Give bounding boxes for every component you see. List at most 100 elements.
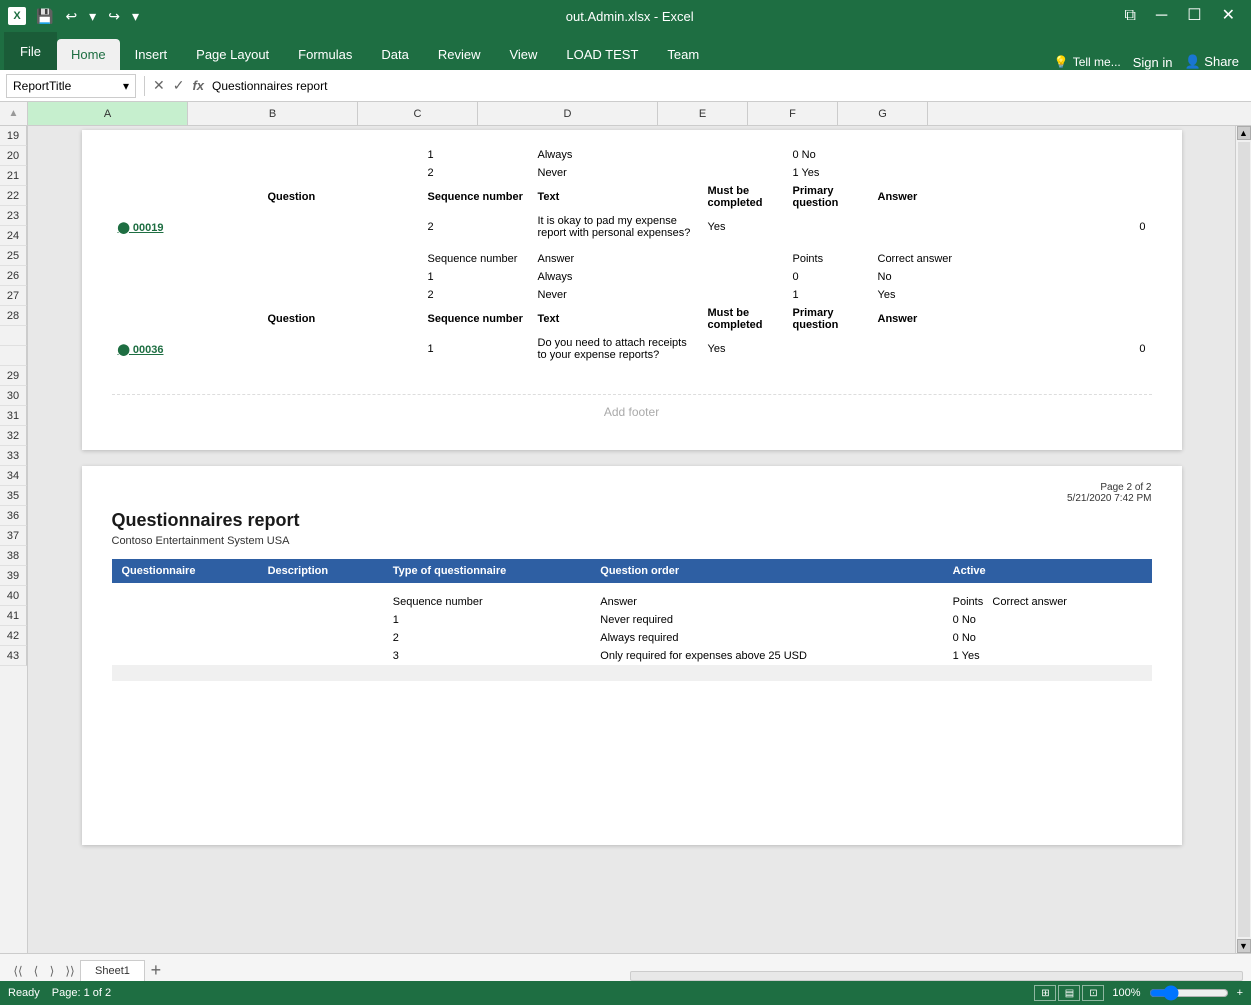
scroll-thumb[interactable] <box>1238 142 1250 937</box>
cell-25-g: No <box>872 268 1152 286</box>
cell-26-f: 1 <box>787 286 872 304</box>
row-num-21: 21 <box>0 166 27 186</box>
tab-home[interactable]: Home <box>57 39 120 70</box>
sheet-tabs-bar: ⟨⟨ ⟨ ⟩ ⟩⟩ Sheet1 + <box>0 953 1251 981</box>
cell-25-d: Always <box>532 268 702 286</box>
table-row <box>112 665 1152 681</box>
row-num-empty-2 <box>0 346 27 366</box>
cell-26-c: 2 <box>422 286 532 304</box>
ribbon-right: 💡 Tell me... Sign in 👤 Share <box>1046 54 1247 70</box>
view-buttons: ⊞ ▤ ⊡ <box>1034 985 1104 1001</box>
scroll-up-btn[interactable]: ▲ <box>1237 126 1251 140</box>
status-ready: Ready <box>8 987 40 999</box>
maximize-button[interactable]: ☐ <box>1179 0 1209 32</box>
restore-button[interactable]: ⧉ <box>1116 0 1143 32</box>
row-num-28: 28 <box>0 306 27 326</box>
zoom-level: 100% <box>1112 987 1140 999</box>
sheet-nav-first[interactable]: ⟨⟨ <box>8 961 28 981</box>
zoom-in-icon[interactable]: + <box>1237 987 1243 999</box>
cell-24-d: Answer <box>532 250 702 268</box>
col-header-a[interactable]: A <box>28 102 188 125</box>
enter-formula-icon[interactable]: ✓ <box>173 77 185 94</box>
undo-dropdown-icon[interactable]: ▾ <box>85 6 100 27</box>
tab-data[interactable]: Data <box>367 39 422 70</box>
redo-icon[interactable]: ↪ <box>104 6 124 27</box>
row-num-42: 42 <box>0 626 27 646</box>
cell-31-d: Never required <box>590 611 942 629</box>
name-box-dropdown[interactable]: ▾ <box>123 79 129 93</box>
tab-load-test[interactable]: LOAD TEST <box>552 39 652 70</box>
cell-26-g: Yes <box>872 286 1152 304</box>
cancel-formula-icon[interactable]: ✕ <box>153 77 165 94</box>
cell-27-c: Sequence number <box>422 304 532 334</box>
page-break-view-btn[interactable]: ⊡ <box>1082 985 1104 1001</box>
sheet-tab-sheet1[interactable]: Sheet1 <box>80 960 145 981</box>
excel-icon: X <box>8 7 26 25</box>
table-row: ⬤ 00019 2 It is okay to pad my expense r… <box>112 212 1152 242</box>
tab-view[interactable]: View <box>495 39 551 70</box>
col-header-b[interactable]: B <box>188 102 358 125</box>
share-button[interactable]: 👤 Share <box>1184 54 1239 70</box>
status-bar-right: ⊞ ▤ ⊡ 100% + <box>1034 985 1243 1001</box>
quick-access-toolbar: 💾 ↩ ▾ ↪ ▾ <box>32 6 143 27</box>
sheet-nav-next[interactable]: ⟩ <box>44 961 60 981</box>
sheet-nav-last[interactable]: ⟩⟩ <box>60 961 80 981</box>
cell-21-d: Text <box>532 182 702 212</box>
cell-27-e: Must be completed <box>702 304 787 334</box>
col-header-e[interactable]: E <box>658 102 748 125</box>
cell-25-c: 1 <box>422 268 532 286</box>
col-header-f[interactable]: F <box>748 102 838 125</box>
pages-container[interactable]: 1 Always 0 No 2 Never 1 Yes <box>28 126 1235 953</box>
ribbon: File Home Insert Page Layout Formulas Da… <box>0 32 1251 70</box>
sheet-nav-prev[interactable]: ⟨ <box>28 961 44 981</box>
cell-22-g: 0 <box>872 212 1152 242</box>
row-num-36: 36 <box>0 506 27 526</box>
status-bar-left: Ready Page: 1 of 2 <box>8 987 111 999</box>
tell-me-label[interactable]: Tell me... <box>1073 55 1121 69</box>
row-num-40: 40 <box>0 586 27 606</box>
table-row: 1 Always 0 No <box>112 146 1152 164</box>
zoom-slider[interactable] <box>1149 985 1229 1001</box>
row-num-29: 29 <box>0 366 27 386</box>
tab-insert[interactable]: Insert <box>121 39 182 70</box>
tab-review[interactable]: Review <box>424 39 495 70</box>
toolbar-dropdown-icon[interactable]: ▾ <box>128 6 143 27</box>
tab-team[interactable]: Team <box>653 39 713 70</box>
cell-27-g: Answer <box>872 304 1152 334</box>
tab-page-layout[interactable]: Page Layout <box>182 39 283 70</box>
table-row: Question Sequence number Text Must be co… <box>112 304 1152 334</box>
formula-input[interactable] <box>208 74 1245 98</box>
cell-21-c: Sequence number <box>422 182 532 212</box>
page-1: 1 Always 0 No 2 Never 1 Yes <box>82 130 1182 450</box>
row-num-23: 23 <box>0 206 27 226</box>
minimize-button[interactable]: ─ <box>1148 0 1175 32</box>
tab-formulas[interactable]: Formulas <box>284 39 366 70</box>
horizontal-scrollbar[interactable] <box>630 971 1244 981</box>
col-header-g[interactable]: G <box>838 102 928 125</box>
vertical-scrollbar[interactable]: ▲ ▼ <box>1235 126 1251 953</box>
normal-view-btn[interactable]: ⊞ <box>1034 985 1056 1001</box>
tell-me[interactable]: 💡 Tell me... <box>1054 55 1121 69</box>
sign-in-button[interactable]: Sign in <box>1133 55 1173 70</box>
scroll-down-btn[interactable]: ▼ <box>1237 939 1251 953</box>
col-header-d[interactable]: D <box>478 102 658 125</box>
table-header-row: Questionnaire Description Type of questi… <box>112 559 1152 583</box>
function-icon[interactable]: fx <box>192 78 204 93</box>
col-header-c[interactable]: C <box>358 102 478 125</box>
tab-file[interactable]: File <box>4 32 57 70</box>
table-row <box>112 771 1152 789</box>
title-bar-left: X 💾 ↩ ▾ ↪ ▾ <box>8 6 143 27</box>
page1-table: 1 Always 0 No 2 Never 1 Yes <box>112 146 1152 364</box>
add-sheet-button[interactable]: + <box>145 959 167 981</box>
undo-icon[interactable]: ↩ <box>61 6 81 27</box>
cell-21-b: Question <box>262 182 422 212</box>
close-button[interactable]: ✕ <box>1214 0 1243 32</box>
column-headers: A B C D E F G <box>28 102 1235 125</box>
cell-30-c: Sequence number <box>383 593 591 611</box>
save-icon[interactable]: 💾 <box>32 6 57 27</box>
row-num-34: 34 <box>0 466 27 486</box>
cell-21-f: Primary question <box>787 182 872 212</box>
name-box[interactable]: ReportTitle ▾ <box>6 74 136 98</box>
name-box-value: ReportTitle <box>13 79 71 93</box>
page-layout-view-btn[interactable]: ▤ <box>1058 985 1080 1001</box>
